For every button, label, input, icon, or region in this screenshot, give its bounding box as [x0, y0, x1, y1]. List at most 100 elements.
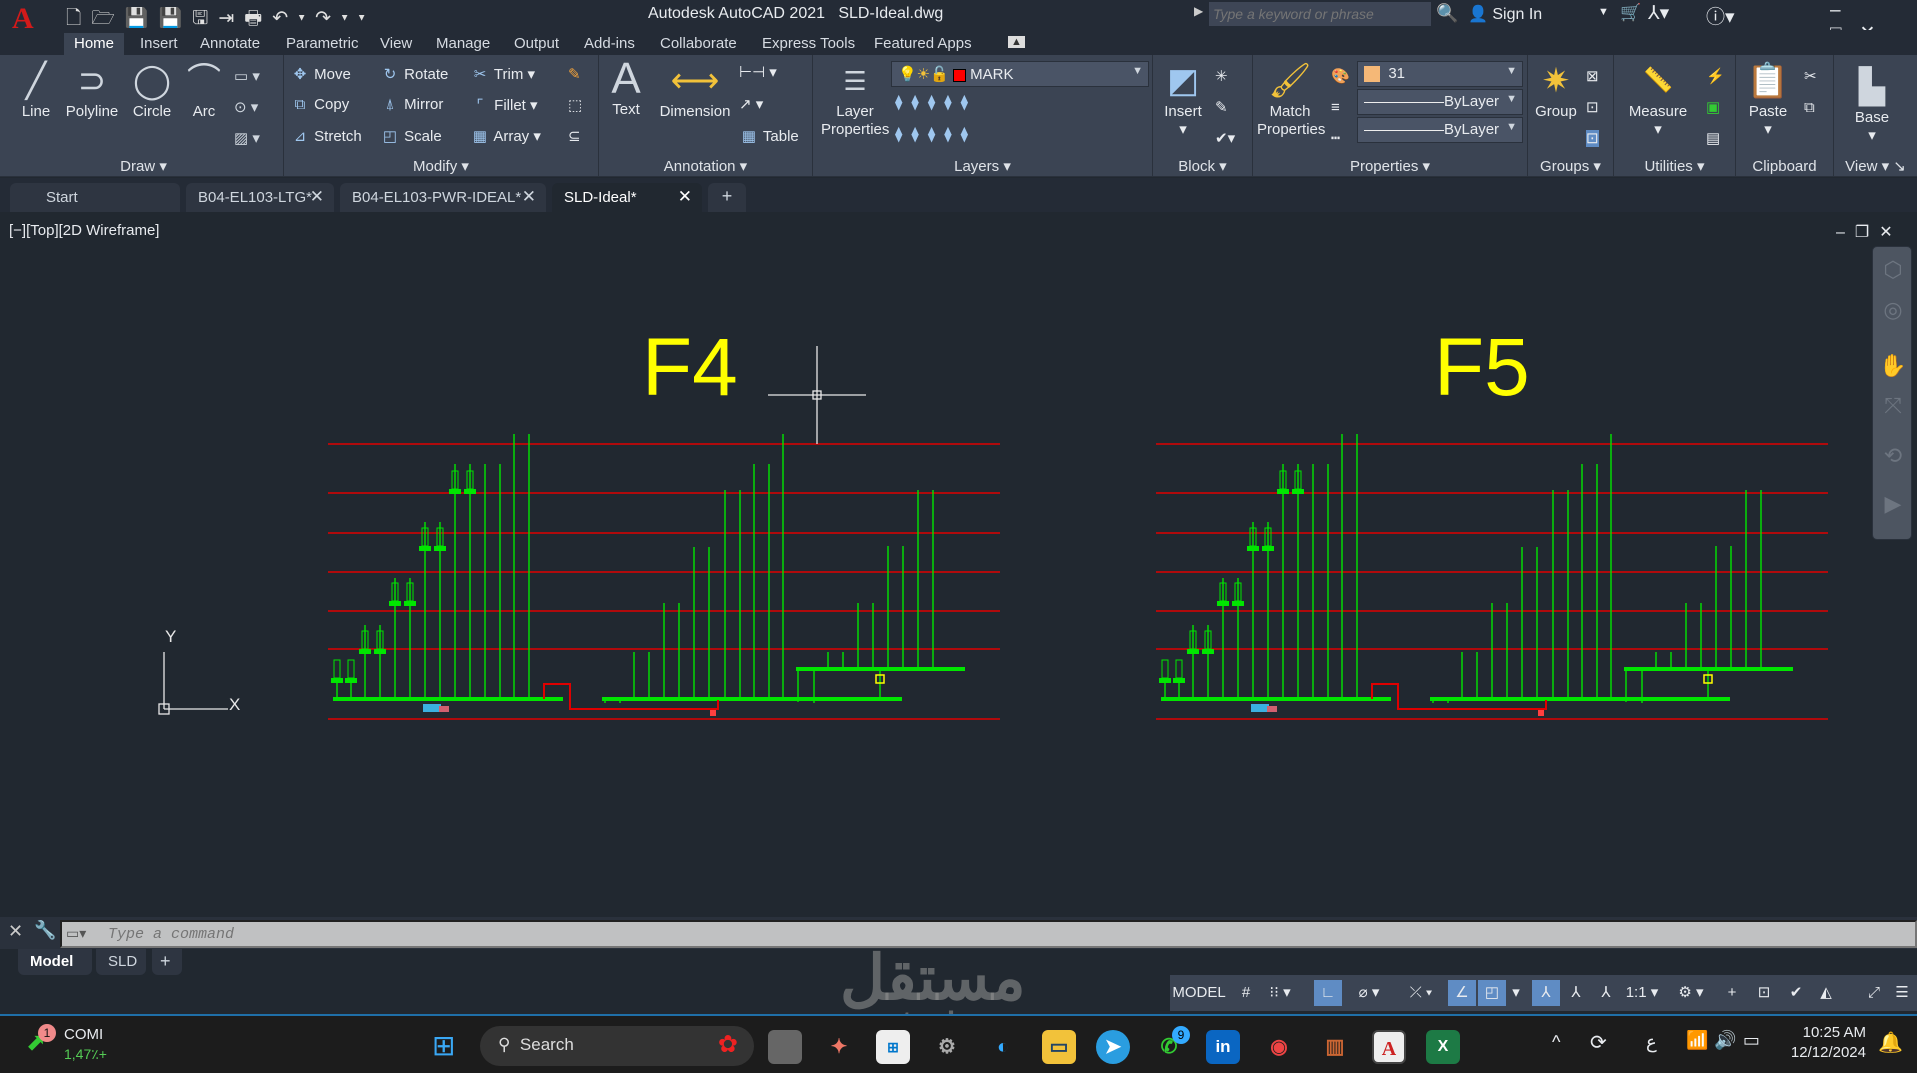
circle-button[interactable]: ◯ Circle — [126, 59, 178, 121]
annotation-scale-icon[interactable]: ⅄ — [1592, 980, 1620, 1006]
group-select-icon[interactable]: ⊡ — [1586, 130, 1599, 147]
paste-button[interactable]: 📋 Paste ▾ — [1740, 59, 1796, 139]
groups-panel-title[interactable]: Groups ▾ — [1528, 157, 1613, 175]
excel-icon[interactable]: X — [1426, 1030, 1460, 1064]
file-explorer-icon[interactable]: ▭ — [1042, 1030, 1076, 1064]
tab-express-tools[interactable]: Express Tools — [752, 33, 865, 55]
new-layout-button[interactable]: + — [152, 949, 182, 975]
annotation-monitor-icon[interactable]: + — [1718, 980, 1746, 1006]
sign-in-dropdown-icon[interactable]: ▼ — [1598, 6, 1609, 18]
fullscreen-icon[interactable]: ⤢ — [1860, 980, 1888, 1006]
input-language[interactable]: ع — [1646, 1032, 1657, 1053]
microsoft-store-icon[interactable]: ⊞ — [876, 1030, 910, 1064]
drawing-svg[interactable]: F4 F5 Y X — [0, 212, 1917, 917]
tab-annotate[interactable]: Annotate — [190, 33, 270, 55]
insert-button[interactable]: ◩ Insert ▾ — [1157, 59, 1209, 139]
isolate-objects-icon[interactable]: ◭ — [1812, 980, 1840, 1006]
autocad-taskbar-icon[interactable]: A — [1372, 1030, 1406, 1064]
autodesk-a360-icon[interactable]: ⅄▾ — [1648, 2, 1669, 25]
ellipse-icon[interactable]: ⊙ ▾ — [234, 99, 258, 116]
ribbon-minimize-icon[interactable]: ▲ — [1008, 36, 1025, 48]
tab-home[interactable]: Home — [64, 33, 125, 55]
match-properties-button[interactable]: 🖌 Match Properties — [1257, 59, 1325, 139]
close-tab-icon[interactable]: ✕ — [522, 187, 536, 207]
notification-bell-icon[interactable]: 🔔 — [1878, 1030, 1903, 1055]
pan-hand-icon[interactable]: ✋ — [1879, 353, 1907, 381]
stretch-button[interactable]: ⊿ Stretch — [290, 127, 362, 145]
layer-tools-row-1[interactable]: ⧫⧫⧫⧫⧫ — [895, 93, 977, 111]
tab-parametric[interactable]: Parametric — [276, 33, 369, 55]
text-button[interactable]: A Text — [605, 57, 647, 119]
close-viewport-icon[interactable]: ✕ — [1879, 224, 1902, 241]
help-icon[interactable]: ⓘ▾ — [1706, 2, 1735, 29]
measure-button[interactable]: 📏 Measure ▾ — [1618, 59, 1698, 139]
linear-dim-icon[interactable]: ⊢⊣ ▾ — [739, 63, 777, 81]
attribute-icon[interactable]: ✔▾ — [1215, 130, 1235, 147]
copilot-icon[interactable]: ✦ — [822, 1030, 856, 1064]
group-tools[interactable]: ⊠ ⊡ ⊡ — [1586, 61, 1599, 154]
tab-collaborate[interactable]: Collaborate — [650, 33, 747, 55]
sign-in-button[interactable]: 👤 Sign In — [1468, 4, 1542, 24]
create-block-icon[interactable]: ✳ — [1215, 68, 1228, 85]
battery-icon[interactable]: ▭ — [1743, 1030, 1766, 1050]
block-tools[interactable]: ✳ ✎ ✔▾ — [1215, 61, 1235, 154]
layer-tools-row-2[interactable]: ⧫⧫⧫⧫⧫ — [895, 125, 977, 143]
steering-wheel-icon[interactable]: ◎ — [1879, 297, 1907, 325]
hatch-icon[interactable]: ▨ ▾ — [234, 130, 260, 147]
view-panel-title[interactable]: View ▾ ↘ — [1834, 157, 1917, 175]
doc-tab-sld-ideal[interactable]: SLD-Ideal* ✕ — [552, 183, 702, 212]
line-button[interactable]: ╱ Line — [10, 59, 62, 121]
layers-panel-title[interactable]: Layers ▾ — [813, 157, 1152, 175]
properties-panel-title[interactable]: Properties ▾ — [1253, 157, 1527, 175]
close-tab-icon[interactable]: ✕ — [678, 187, 692, 207]
ortho-icon[interactable]: ∟ — [1314, 980, 1342, 1006]
tab-add-ins[interactable]: Add-ins — [574, 33, 645, 55]
linetype-dropdown[interactable]: ByLayer ▼ — [1357, 117, 1523, 143]
move-button[interactable]: ✥ Move — [290, 65, 351, 83]
windows-start-icon[interactable]: ⊞ — [432, 1032, 455, 1060]
scale-button[interactable]: ◰ Scale — [380, 127, 442, 145]
rectangle-icon[interactable]: ▭ ▾ — [234, 68, 260, 85]
annotation-panel-title[interactable]: Annotation ▾ — [599, 157, 812, 175]
ungroup-icon[interactable]: ⊠ — [1586, 68, 1599, 85]
leader-icon[interactable]: ↗ ▾ — [739, 95, 763, 113]
arc-button[interactable]: ⌒ Arc — [182, 59, 226, 121]
viewcube-icon[interactable]: ⬡ — [1879, 257, 1907, 285]
viewport-window-controls[interactable]: –❐✕ — [1836, 222, 1903, 242]
chrome-icon[interactable]: ◉ — [1262, 1030, 1296, 1064]
calculator-icon[interactable]: ▤ — [1706, 130, 1720, 147]
orbit-icon[interactable]: ⟲ — [1879, 443, 1907, 471]
taskbar-search[interactable]: ⚲ Search ✿ — [480, 1026, 754, 1066]
trim-button[interactable]: ✂ Trim ▾ — [470, 65, 535, 83]
isodraft-icon[interactable]: ⤫ ▾ — [1396, 980, 1446, 1006]
tab-manage[interactable]: Manage — [426, 33, 500, 55]
utility-tools[interactable]: ⚡ ▣ ▤ — [1706, 61, 1725, 154]
modify-panel-title[interactable]: Modify ▾ — [284, 157, 598, 175]
copy-clip-icon[interactable]: ⧉ — [1804, 99, 1815, 116]
cut-icon[interactable]: ✂ — [1804, 68, 1817, 85]
grid-icon[interactable]: # — [1232, 980, 1260, 1006]
polyline-button[interactable]: ⊃ Polyline — [62, 59, 122, 121]
showmotion-icon[interactable]: ▶ — [1879, 491, 1907, 519]
close-tab-icon[interactable]: ✕ — [310, 187, 324, 207]
tab-output[interactable]: Output — [504, 33, 569, 55]
tab-featured-apps[interactable]: Featured Apps — [864, 33, 982, 55]
object-snap-icon[interactable]: ◰ — [1478, 980, 1506, 1006]
sync-icon[interactable]: ⟳ — [1590, 1030, 1607, 1055]
tab-model[interactable]: Model — [18, 949, 92, 975]
wifi-icon[interactable]: 📶 — [1686, 1030, 1714, 1050]
command-history-icon[interactable]: ▭▾ — [66, 925, 86, 942]
viewport-controls[interactable]: [−][Top][2D Wireframe] — [9, 222, 159, 239]
dimension-button[interactable]: ⟷ Dimension — [655, 59, 735, 121]
doc-tab-start[interactable]: Start — [10, 183, 180, 212]
cart-icon[interactable]: 🛒 — [1620, 3, 1641, 23]
linkedin-icon[interactable]: in — [1206, 1030, 1240, 1064]
minimize-icon[interactable]: – — [1830, 0, 1859, 21]
minimize-viewport-icon[interactable]: – — [1836, 224, 1855, 241]
polar-tracking-icon[interactable]: ⌀ ▾ — [1344, 980, 1394, 1006]
object-snap-tracking-icon[interactable]: ∠ — [1448, 980, 1476, 1006]
utilities-panel-title[interactable]: Utilities ▾ — [1614, 157, 1735, 175]
restore-viewport-icon[interactable]: ❐ — [1855, 224, 1879, 241]
copy-button[interactable]: ⧉ Copy — [290, 96, 350, 113]
edge-icon[interactable]: ◐ — [986, 1030, 1020, 1064]
